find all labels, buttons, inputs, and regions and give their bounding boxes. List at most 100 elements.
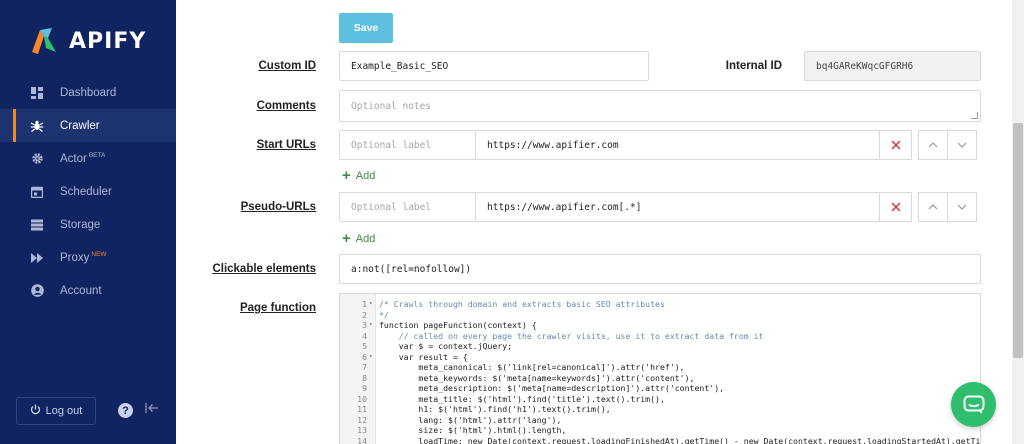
sidebar-item-label: Proxy bbox=[60, 251, 90, 264]
pseudo-urls-label: Pseudo-URLs bbox=[240, 201, 316, 213]
code-line: 5 var $ = context.jQuery; bbox=[340, 341, 980, 352]
line-number: 13 bbox=[357, 425, 367, 435]
sidebar-item-label: Crawler bbox=[60, 119, 100, 132]
code-text: */ bbox=[379, 309, 389, 320]
move-up-start-url-button[interactable] bbox=[918, 130, 948, 160]
start-urls-label: Start URLs bbox=[256, 139, 316, 151]
line-number: 9 bbox=[362, 383, 367, 393]
sidebar-item-storage[interactable]: Storage bbox=[0, 208, 176, 241]
sidebar-item-account[interactable]: Account bbox=[0, 274, 176, 307]
crawler-settings-form: Save Custom ID Example_Basic_SEO Interna… bbox=[176, 0, 1012, 444]
move-down-start-url-button[interactable] bbox=[947, 130, 977, 160]
gear-icon bbox=[30, 152, 44, 166]
line-number: 1 bbox=[362, 299, 367, 309]
add-start-url-button[interactable]: + Add bbox=[342, 168, 375, 183]
code-line: 6 ▾ var result = { bbox=[340, 352, 980, 363]
clickable-elements-input[interactable]: a:not([rel=nofollow]) bbox=[339, 254, 981, 284]
fold-toggle-icon[interactable]: ▾ bbox=[369, 299, 373, 310]
sidebar-item-label: Scheduler bbox=[60, 185, 112, 198]
code-text: /* Crawls through domain and extracts ba… bbox=[379, 299, 665, 309]
code-text: h1: $('html').find('h1').text().trim(), bbox=[379, 404, 611, 414]
remove-pseudo-url-button[interactable] bbox=[879, 192, 912, 222]
line-number: 8 bbox=[362, 372, 367, 383]
code-text: loadTime: new Date(context.request.loadi… bbox=[379, 435, 981, 444]
storage-icon bbox=[30, 218, 44, 232]
sidebar-item-dashboard[interactable]: Dashboard bbox=[0, 76, 176, 109]
sidebar-item-label: Storage bbox=[60, 218, 101, 231]
plus-icon: + bbox=[342, 230, 351, 247]
line-number: 5 bbox=[362, 341, 367, 351]
line-number: 14 bbox=[357, 435, 367, 444]
sidebar-item-label: Account bbox=[60, 284, 102, 297]
sidebar-item-proxy[interactable]: Proxy NEW bbox=[0, 241, 176, 274]
comments-textarea[interactable]: Optional notes bbox=[339, 90, 981, 122]
line-number: 4 bbox=[362, 330, 367, 341]
code-line: 13 size: $('html').html().length, bbox=[340, 425, 980, 436]
close-icon bbox=[890, 140, 901, 150]
move-down-pseudo-url-button[interactable] bbox=[947, 192, 977, 222]
code-text: var result = { bbox=[379, 351, 468, 362]
scrollbar-thumb[interactable] bbox=[1013, 123, 1023, 358]
chevron-up-icon bbox=[928, 204, 938, 210]
sidebar-item-crawler[interactable]: Crawler bbox=[0, 109, 176, 142]
fold-toggle-icon[interactable]: ▾ bbox=[369, 352, 373, 363]
start-url-label-input[interactable]: Optional label bbox=[339, 130, 476, 160]
help-icon[interactable]: ? bbox=[118, 403, 133, 418]
plus-icon: + bbox=[342, 167, 351, 184]
logout-label: Log out bbox=[45, 405, 83, 417]
fold-toggle-icon[interactable]: ▾ bbox=[369, 320, 373, 331]
power-icon bbox=[30, 404, 41, 418]
code-text: // called on every page the crawler visi… bbox=[379, 330, 764, 341]
sidebar-item-scheduler[interactable]: Scheduler bbox=[0, 175, 176, 208]
code-line: 12 lang: $('html').attr('lang'), bbox=[340, 415, 980, 426]
chat-icon bbox=[963, 395, 984, 414]
chevron-down-icon bbox=[957, 204, 967, 210]
dashboard-icon bbox=[30, 86, 44, 100]
sidebar-item-label: Dashboard bbox=[60, 86, 117, 99]
beta-badge: BETA bbox=[88, 152, 106, 159]
line-number: 7 bbox=[362, 362, 367, 372]
save-button[interactable]: Save bbox=[339, 13, 393, 43]
code-line: 2 */ bbox=[340, 310, 980, 321]
code-text: meta_title: $('html').find('title').text… bbox=[379, 393, 665, 404]
code-line: 11 h1: $('html').find('h1').text().trim(… bbox=[340, 404, 980, 415]
custom-id-input[interactable]: Example_Basic_SEO bbox=[339, 51, 649, 81]
resize-handle-icon[interactable] bbox=[971, 112, 978, 119]
code-text: function pageFunction(context) { bbox=[379, 320, 537, 330]
remove-start-url-button[interactable] bbox=[879, 130, 912, 160]
logout-button[interactable]: Log out bbox=[16, 397, 96, 425]
custom-id-label: Custom ID bbox=[258, 60, 317, 72]
chevron-up-icon bbox=[928, 142, 938, 148]
apify-logo[interactable]: APIFY bbox=[30, 26, 146, 56]
user-icon bbox=[30, 284, 44, 298]
code-text: lang: $('html').attr('lang'), bbox=[379, 414, 562, 425]
page-function-editor[interactable]: 1 ▾/* Crawls through domain and extracts … bbox=[339, 293, 981, 444]
code-line: 8 meta_keywords: $('meta[name=keywords]'… bbox=[340, 373, 980, 384]
apify-logo-icon bbox=[32, 28, 56, 54]
brand-name: APIFY bbox=[69, 28, 147, 54]
code-text: meta_description: $('meta[name=descripti… bbox=[379, 383, 725, 393]
comments-placeholder: Optional notes bbox=[351, 100, 432, 112]
new-badge: NEW bbox=[91, 251, 107, 258]
pseudo-url-label-input[interactable]: Optional label bbox=[339, 192, 476, 222]
chat-button[interactable] bbox=[951, 382, 996, 427]
start-url-input[interactable]: https://www.apifier.com bbox=[475, 130, 880, 160]
sidebar-item-label: Actor bbox=[60, 152, 87, 165]
close-icon bbox=[890, 202, 901, 212]
code-line: 3 ▾ function pageFunction(context) { bbox=[340, 320, 980, 331]
move-up-pseudo-url-button[interactable] bbox=[918, 192, 948, 222]
code-line: 14 loadTime: new Date(context.request.lo… bbox=[340, 436, 980, 444]
page-scrollbar[interactable] bbox=[1012, 0, 1024, 444]
add-label: Add bbox=[355, 232, 376, 245]
sidebar-nav: Dashboard Crawler Actor BETA Scheduler S… bbox=[0, 76, 176, 307]
internal-id-label: Internal ID bbox=[725, 60, 782, 72]
page-function-label: Page function bbox=[239, 302, 316, 314]
pseudo-url-input[interactable]: https://www.apifier.com[.*] bbox=[475, 192, 880, 222]
line-number: 2 bbox=[362, 309, 367, 320]
code-line: 4 // called on every page the crawler vi… bbox=[340, 331, 980, 342]
collapse-sidebar-icon[interactable] bbox=[145, 402, 159, 417]
add-pseudo-url-button[interactable]: + Add bbox=[342, 231, 375, 246]
code-text: meta_keywords: $('meta[name=keywords]').… bbox=[379, 372, 695, 383]
line-number: 11 bbox=[357, 404, 367, 414]
sidebar-item-actor[interactable]: Actor BETA bbox=[0, 142, 176, 175]
